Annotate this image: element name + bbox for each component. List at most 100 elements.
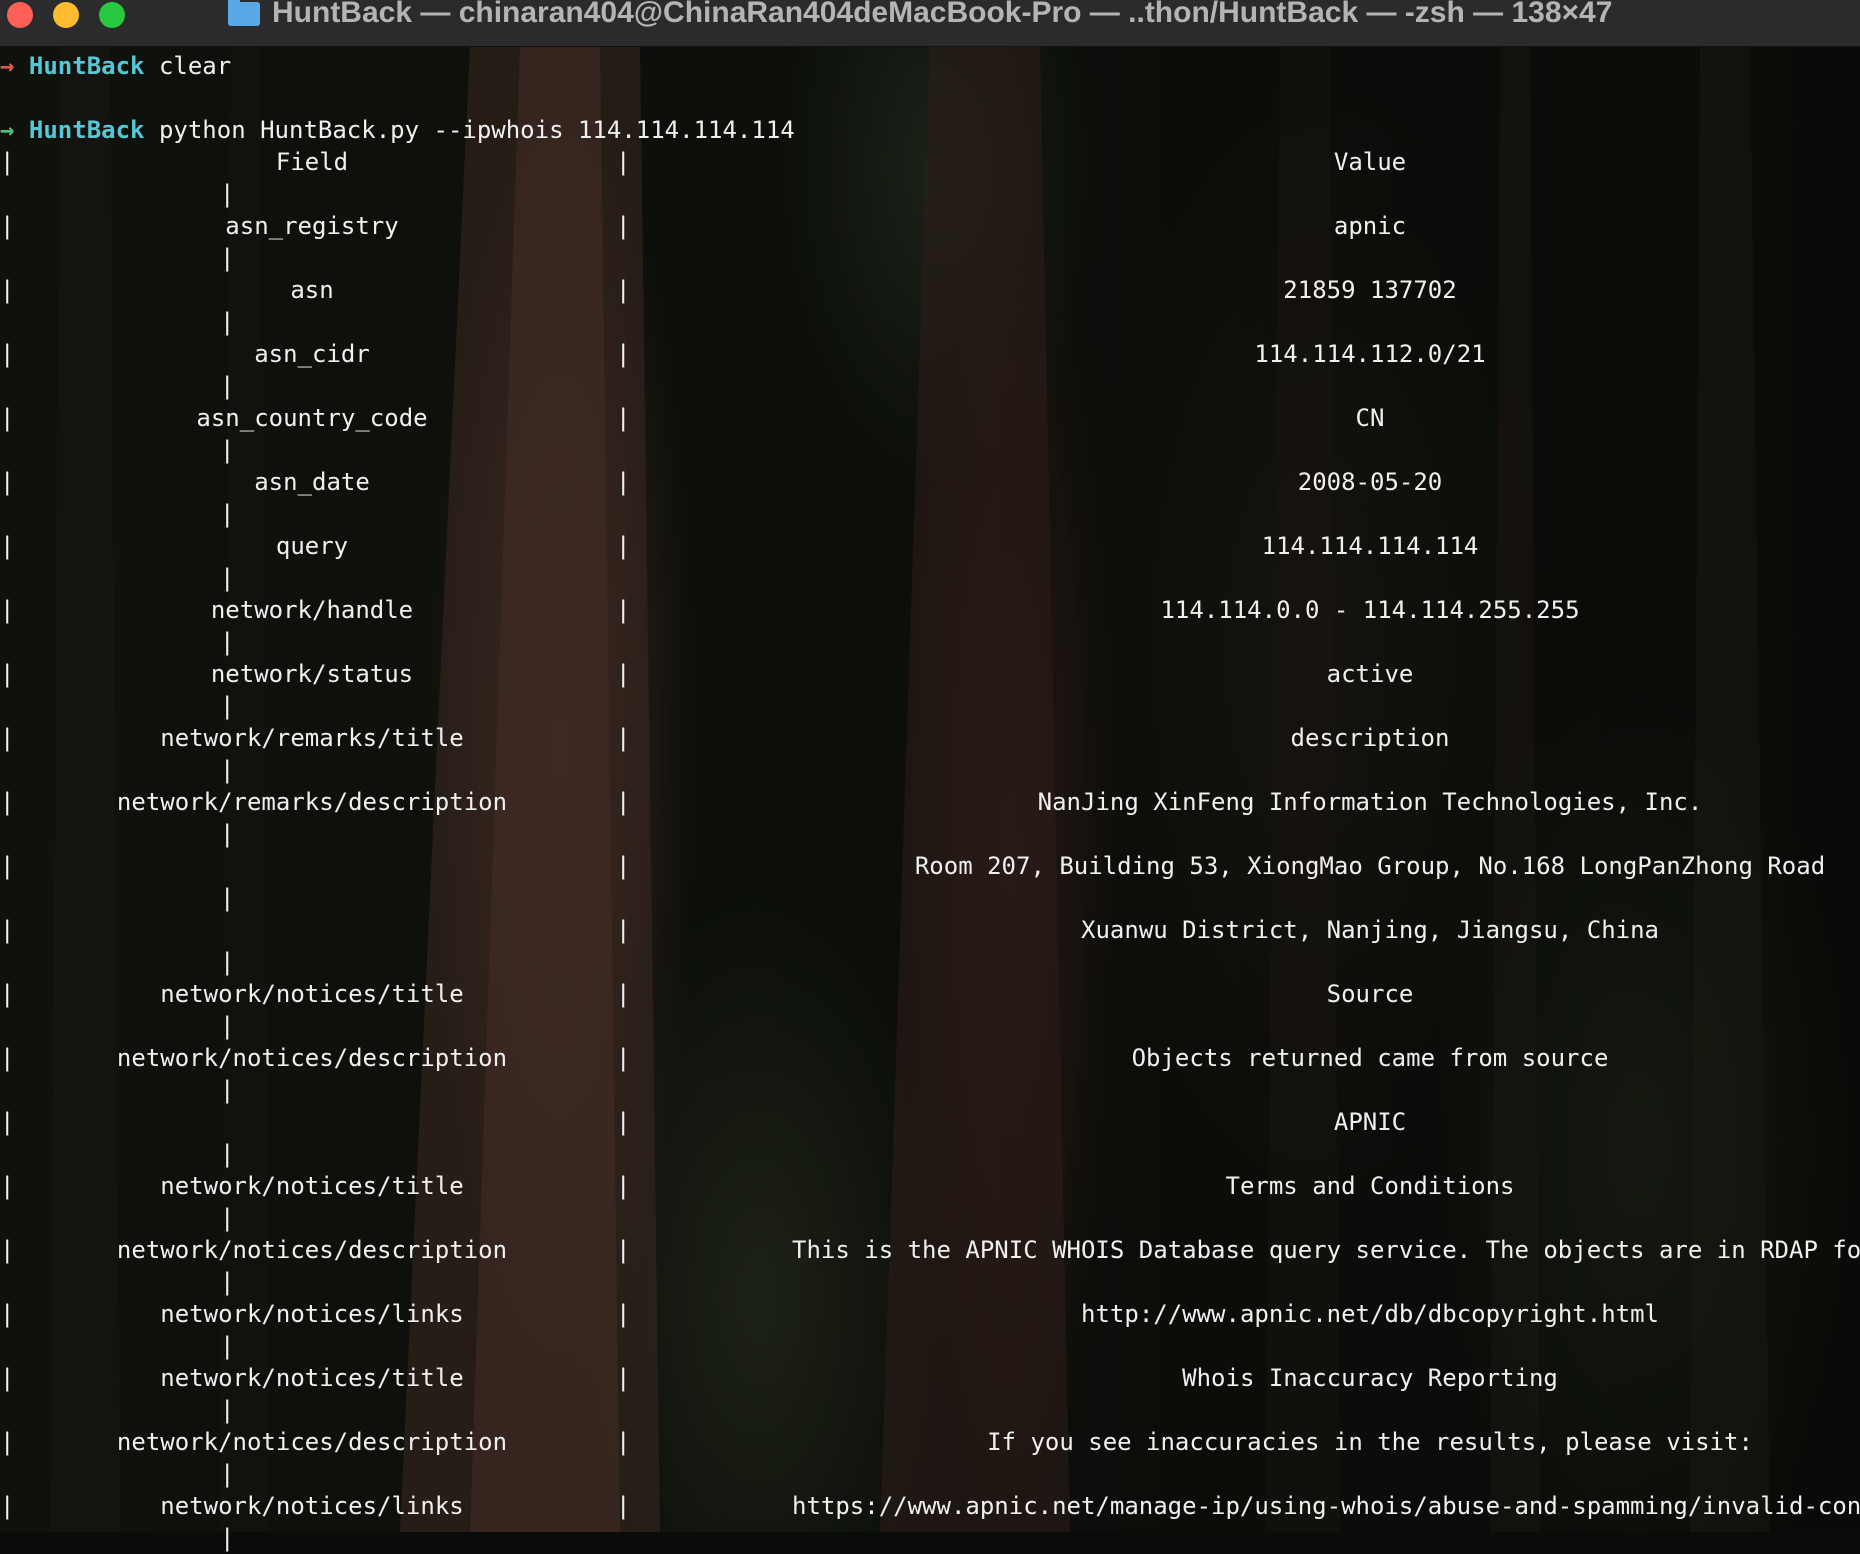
column-separator: | xyxy=(0,1364,15,1392)
column-separator: | xyxy=(0,980,15,1008)
field-cell: asn_country_code xyxy=(196,404,428,432)
terminal-output[interactable]: → HuntBack clear → HuntBack python HuntB… xyxy=(0,46,1860,1552)
value-cell: description xyxy=(1290,724,1450,752)
row-end-separator: | xyxy=(220,180,235,208)
field-cell: network/notices/title xyxy=(160,1172,464,1200)
prompt-line: → HuntBack clear xyxy=(0,50,231,82)
value-cell: 114.114.0.0 - 114.114.255.255 xyxy=(1160,596,1580,624)
value-cell: This is the APNIC WHOIS Database query s… xyxy=(792,1236,1860,1264)
field-cell: network/handle xyxy=(210,596,414,624)
minimize-button[interactable] xyxy=(53,2,79,28)
row-end-separator: | xyxy=(220,1076,235,1104)
column-separator: | xyxy=(616,340,631,368)
column-separator: | xyxy=(616,468,631,496)
column-separator: | xyxy=(616,980,631,1008)
close-button[interactable] xyxy=(7,2,33,28)
prompt-arrow: → xyxy=(0,116,15,144)
column-separator: | xyxy=(616,148,631,176)
value-cell: 2008-05-20 xyxy=(1297,468,1443,496)
command-text: clear xyxy=(158,52,232,80)
value-cell: 21859 137702 xyxy=(1283,276,1457,304)
row-end-separator: | xyxy=(220,1396,235,1424)
value-cell: APNIC xyxy=(1333,1108,1407,1136)
row-end-separator: | xyxy=(220,692,235,720)
field-header: Field xyxy=(275,148,349,176)
column-separator: | xyxy=(0,1492,15,1520)
field-cell: asn_date xyxy=(254,468,370,496)
column-separator: | xyxy=(616,596,631,624)
row-end-separator: | xyxy=(220,756,235,784)
column-separator: | xyxy=(0,1428,15,1456)
value-cell: Whois Inaccuracy Reporting xyxy=(1182,1364,1558,1392)
row-end-separator: | xyxy=(220,372,235,400)
column-separator: | xyxy=(616,1300,631,1328)
prompt-directory: HuntBack xyxy=(28,116,145,144)
folder-icon xyxy=(228,0,260,26)
column-separator: | xyxy=(616,1172,631,1200)
value-cell: CN xyxy=(1355,404,1385,432)
value-cell: https://www.apnic.net/manage-ip/using-wh… xyxy=(792,1492,1860,1520)
prompt-arrow: → xyxy=(0,52,15,80)
field-cell: asn_cidr xyxy=(254,340,370,368)
column-separator: | xyxy=(616,404,631,432)
prompt-directory: HuntBack xyxy=(28,52,145,80)
value-cell: apnic xyxy=(1333,212,1407,240)
row-end-separator: | xyxy=(220,1204,235,1232)
row-end-separator: | xyxy=(220,1460,235,1488)
field-cell: network/notices/links xyxy=(160,1300,464,1328)
field-cell: network/notices/title xyxy=(160,980,464,1008)
column-separator: | xyxy=(0,532,15,560)
value-cell: If you see inaccuracies in the results, … xyxy=(987,1428,1753,1456)
column-separator: | xyxy=(0,1236,15,1264)
column-separator: | xyxy=(616,660,631,688)
zoom-button[interactable] xyxy=(99,2,125,28)
column-separator: | xyxy=(616,1236,631,1264)
field-cell: network/notices/links xyxy=(160,1492,464,1520)
value-cell: http://www.apnic.net/db/dbcopyright.html xyxy=(1081,1300,1659,1328)
column-separator: | xyxy=(0,1300,15,1328)
row-end-separator: | xyxy=(220,820,235,848)
field-cell: asn_registry xyxy=(225,212,399,240)
value-cell: NanJing XinFeng Information Technologies… xyxy=(1037,788,1703,816)
field-cell: network/notices/title xyxy=(160,1364,464,1392)
field-cell: query xyxy=(275,532,349,560)
column-separator: | xyxy=(0,660,15,688)
column-separator: | xyxy=(616,532,631,560)
column-separator: | xyxy=(616,1364,631,1392)
column-separator: | xyxy=(616,1108,631,1136)
field-cell: network/remarks/description xyxy=(116,788,508,816)
field-cell: asn xyxy=(290,276,334,304)
row-end-separator: | xyxy=(220,308,235,336)
column-separator: | xyxy=(616,1492,631,1520)
column-separator: | xyxy=(0,1108,15,1136)
column-separator: | xyxy=(616,852,631,880)
value-cell: 114.114.112.0/21 xyxy=(1254,340,1486,368)
column-separator: | xyxy=(0,788,15,816)
window-titlebar: HuntBack — chinaran404@ChinaRan404deMacB… xyxy=(0,0,1860,47)
column-separator: | xyxy=(0,596,15,624)
column-separator: | xyxy=(616,724,631,752)
row-end-separator: | xyxy=(220,1140,235,1168)
row-end-separator: | xyxy=(220,948,235,976)
column-separator: | xyxy=(0,212,15,240)
row-end-separator: | xyxy=(220,436,235,464)
column-separator: | xyxy=(616,212,631,240)
value-cell: Objects returned came from source xyxy=(1131,1044,1609,1072)
column-separator: | xyxy=(616,1044,631,1072)
value-cell: Terms and Conditions xyxy=(1225,1172,1515,1200)
column-separator: | xyxy=(616,916,631,944)
column-separator: | xyxy=(0,404,15,432)
field-cell: network/notices/description xyxy=(116,1236,508,1264)
column-separator: | xyxy=(0,852,15,880)
column-separator: | xyxy=(0,916,15,944)
column-separator: | xyxy=(0,1044,15,1072)
column-separator: | xyxy=(616,788,631,816)
row-end-separator: | xyxy=(220,564,235,592)
window-title: HuntBack — chinaran404@ChinaRan404deMacB… xyxy=(272,0,1613,29)
row-end-separator: | xyxy=(220,500,235,528)
command-text: python HuntBack.py --ipwhois 114.114.114… xyxy=(158,116,795,144)
field-cell: network/status xyxy=(210,660,414,688)
field-cell: network/notices/description xyxy=(116,1428,508,1456)
prompt-line: → HuntBack python HuntBack.py --ipwhois … xyxy=(0,114,795,146)
value-header: Value xyxy=(1333,148,1407,176)
